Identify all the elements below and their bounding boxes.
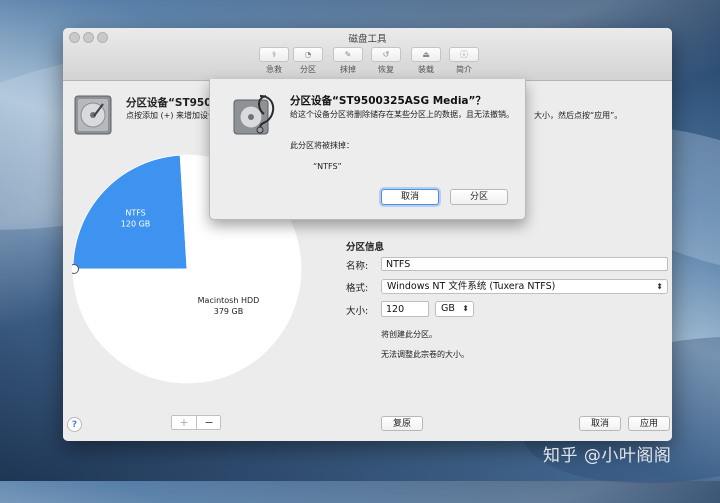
toolbar-restore[interactable]: ↺ 恢复	[368, 47, 404, 75]
revert-button[interactable]: 复原	[381, 416, 423, 431]
sheet-cancel-button[interactable]: 取消	[381, 189, 439, 205]
partition-name-field[interactable]: NTFS	[381, 257, 668, 271]
toolbar-label: 分区	[300, 65, 316, 74]
pie-resize-handle[interactable]	[72, 264, 79, 274]
toolbar-label: 抹掉	[340, 65, 356, 74]
size-unit-value: GB	[441, 303, 455, 314]
sheet-partition-name: “NTFS”	[313, 162, 342, 171]
disk-stethoscope-icon	[233, 95, 275, 135]
pie-label-name: NTFS	[125, 209, 145, 218]
titlebar: 磁盘工具 ⚕ 急救 ◔ 分区 ✎ 抹掉 ↺ 恢复 ⏏ 装载 ⓘ 简介	[63, 28, 672, 81]
toolbar-label: 简介	[456, 65, 472, 74]
size-unit-select[interactable]: GB ⬍	[435, 301, 474, 317]
format-label: 格式:	[346, 283, 369, 294]
partition-size-field[interactable]: 120	[381, 301, 429, 317]
help-button[interactable]: ?	[67, 417, 82, 432]
confirm-partition-sheet: 分区设备“ST9500325ASG Media”？ 给这个设备分区将删除储存在某…	[209, 79, 526, 220]
chevron-updown-icon: ⬍	[656, 282, 663, 291]
device-title: 分区设备“ST9500	[126, 97, 219, 109]
toolbar-label: 急救	[266, 65, 282, 74]
sheet-message: 给这个设备分区将删除储存在某些分区上的数据，且无法撤销。	[290, 110, 514, 119]
apply-button[interactable]: 应用	[628, 416, 670, 431]
hard-disk-icon	[74, 95, 112, 135]
resize-note: 无法调整此宗卷的大小。	[381, 350, 469, 359]
partition-icon: ◔	[293, 47, 323, 62]
chevron-updown-icon: ⬍	[462, 304, 469, 313]
remove-partition-button[interactable]: −	[197, 416, 221, 429]
toolbar-first-aid[interactable]: ⚕ 急救	[256, 47, 292, 75]
sheet-erase-notice: 此分区将被抹掉：	[290, 141, 354, 150]
info-icon: ⓘ	[449, 47, 479, 62]
sheet-partition-button[interactable]: 分区	[450, 189, 508, 205]
pie-label-size: 379 GB	[214, 307, 244, 316]
pie-label-size: 120 GB	[121, 220, 150, 229]
restore-icon: ↺	[371, 47, 401, 62]
create-note: 将创建此分区。	[381, 330, 437, 339]
pie-label-name: Macintosh HDD	[198, 296, 260, 305]
toolbar-info[interactable]: ⓘ 简介	[446, 47, 482, 75]
sheet-title: 分区设备“ST9500325ASG Media”？	[290, 95, 486, 107]
toolbar-label: 装载	[418, 65, 434, 74]
stethoscope-icon: ⚕	[259, 47, 289, 62]
partition-info-heading: 分区信息	[346, 242, 385, 253]
format-select-value: Windows NT 文件系统 (Tuxera NTFS)	[387, 281, 556, 292]
erase-icon: ✎	[333, 47, 363, 62]
add-remove-control: + −	[171, 415, 221, 430]
mount-icon: ⏏	[411, 47, 441, 62]
toolbar-erase[interactable]: ✎ 抹掉	[330, 47, 366, 75]
toolbar-mount[interactable]: ⏏ 装载	[408, 47, 444, 75]
window-title: 磁盘工具	[348, 34, 387, 45]
toolbar-label: 恢复	[378, 65, 394, 74]
toolbar-partition[interactable]: ◔ 分区	[290, 47, 326, 75]
device-hint: 点按添加 (+) 来增加设备	[126, 111, 217, 120]
add-partition-button[interactable]: +	[172, 416, 197, 429]
cancel-button[interactable]: 取消	[579, 416, 621, 431]
size-label: 大小:	[346, 306, 369, 317]
format-select[interactable]: Windows NT 文件系统 (Tuxera NTFS) ⬍	[381, 279, 668, 294]
name-label: 名称:	[346, 261, 369, 272]
device-hint-continued: 大小，然后点按“应用”。	[534, 111, 623, 120]
watermark: 知乎 @小叶阁阁	[543, 446, 672, 466]
